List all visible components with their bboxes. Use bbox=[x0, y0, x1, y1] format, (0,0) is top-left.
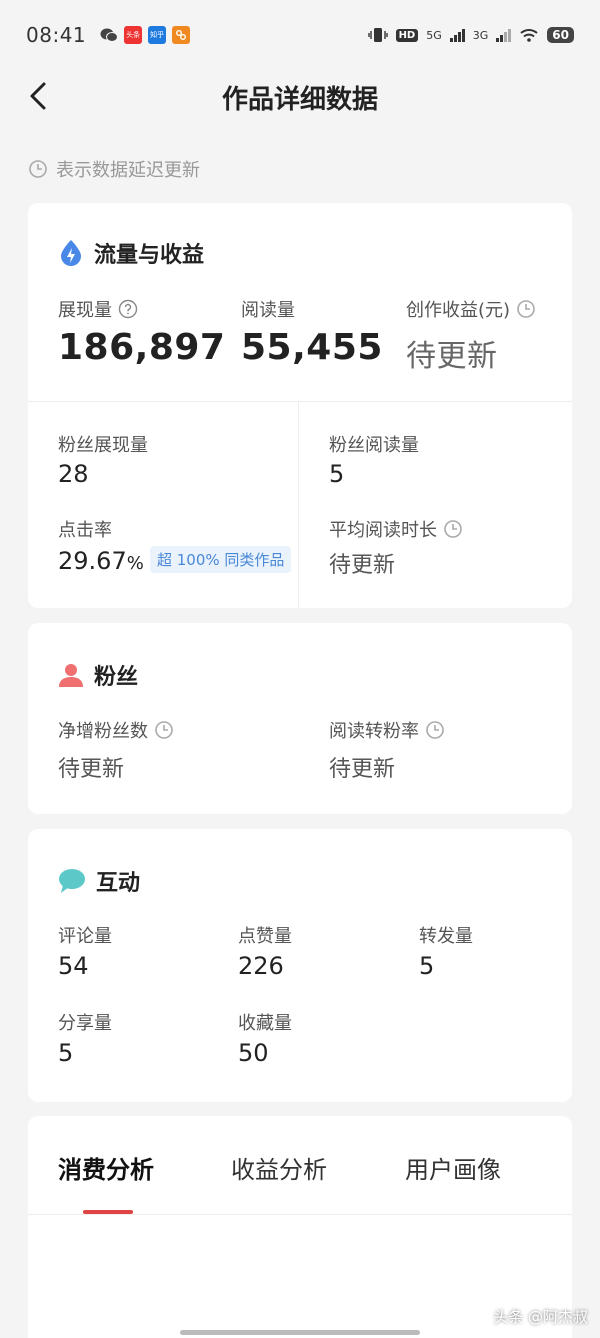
reads-label: 阅读量 bbox=[241, 300, 295, 321]
clock-icon bbox=[29, 160, 47, 178]
reads-value: 55,455 bbox=[241, 327, 383, 368]
tab-earnings-analysis[interactable]: 收益分析 bbox=[231, 1150, 327, 1185]
tab-user-profile[interactable]: 用户画像 bbox=[405, 1150, 501, 1185]
hd-badge: HD bbox=[395, 28, 419, 42]
impressions-value: 186,897 bbox=[58, 327, 226, 368]
status-time: 08:41 bbox=[26, 23, 87, 47]
vibrate-icon bbox=[367, 28, 388, 42]
traffic-divider-vertical bbox=[298, 401, 299, 608]
conversion-label: 阅读转粉率 bbox=[329, 717, 445, 743]
signal-3g-icon bbox=[496, 28, 512, 42]
conversion-label-text: 阅读转粉率 bbox=[329, 721, 419, 742]
likes-label: 点赞量 bbox=[238, 926, 292, 947]
net-fans-label-text: 净增粉丝数 bbox=[58, 721, 148, 742]
fan-impressions-value: 28 bbox=[58, 460, 89, 488]
fan-impressions-label: 粉丝展现量 bbox=[58, 435, 148, 456]
earnings-label-text: 创作收益(元) bbox=[406, 300, 511, 321]
tab-consumption-analysis[interactable]: 消费分析 bbox=[58, 1150, 154, 1185]
wifi-icon bbox=[520, 29, 538, 42]
ctr-unit: % bbox=[126, 553, 144, 574]
net-3g-label: 3G bbox=[472, 28, 489, 42]
clock-icon bbox=[517, 300, 535, 318]
favorites-label: 收藏量 bbox=[238, 1013, 292, 1034]
avg-read-time-label-text: 平均阅读时长 bbox=[329, 520, 437, 541]
help-icon[interactable] bbox=[118, 299, 138, 319]
fan-reads-label: 粉丝阅读量 bbox=[329, 435, 419, 456]
avg-read-time-value: 待更新 bbox=[329, 553, 396, 578]
favorites-value: 50 bbox=[238, 1039, 269, 1067]
interaction-card-title: 互动 bbox=[58, 865, 140, 897]
reposts-value: 5 bbox=[419, 952, 435, 980]
ctr-number: 29.67 bbox=[58, 547, 127, 575]
likes-value: 226 bbox=[238, 952, 284, 980]
clock-icon bbox=[444, 520, 462, 538]
watermark: 头条 @阿杰叔 bbox=[493, 1308, 588, 1326]
status-bar: 08:41 头条 知乎 HD 5G 3G 60 bbox=[0, 0, 600, 70]
comments-label: 评论量 bbox=[58, 926, 112, 947]
clock-icon bbox=[155, 721, 173, 739]
status-app-icons: 头条 知乎 bbox=[100, 26, 191, 44]
interaction-card: 互动 评论量 54 点赞量 226 转发量 5 分享量 5 收藏量 50 bbox=[28, 829, 572, 1102]
signal-5g-icon bbox=[449, 28, 465, 42]
status-right: HD 5G 3G 60 bbox=[367, 27, 574, 43]
app-icon bbox=[172, 26, 191, 44]
earnings-label: 创作收益(元) bbox=[406, 296, 536, 322]
ctr-label: 点击率 bbox=[58, 520, 112, 541]
home-indicator[interactable] bbox=[180, 1330, 420, 1335]
toutiao-icon: 头条 bbox=[124, 26, 143, 44]
interaction-title-text: 互动 bbox=[96, 871, 141, 896]
analysis-tabs-card: 消费分析 收益分析 用户画像 bbox=[28, 1116, 572, 1338]
fans-card: 粉丝 净增粉丝数 待更新 阅读转粉率 待更新 bbox=[28, 623, 572, 814]
conversion-value: 待更新 bbox=[329, 757, 396, 782]
impressions-label-text: 展现量 bbox=[58, 300, 112, 321]
traffic-title-text: 流量与收益 bbox=[94, 243, 205, 268]
delay-note: 表示数据延迟更新 bbox=[28, 156, 200, 182]
page-title: 作品详细数据 bbox=[221, 85, 378, 115]
earnings-value: 待更新 bbox=[406, 339, 498, 374]
zhihu-icon: 知乎 bbox=[148, 26, 167, 44]
chat-bubble-icon bbox=[59, 869, 85, 893]
ctr-comparison-tag: 超 100% 同类作品 bbox=[150, 546, 292, 573]
avg-read-time-label: 平均阅读时长 bbox=[329, 516, 463, 542]
ctr-value: 29.67% bbox=[58, 547, 144, 575]
clock-icon bbox=[426, 721, 444, 739]
impressions-label: 展现量 bbox=[58, 296, 138, 322]
battery-icon: 60 bbox=[547, 27, 574, 43]
wechat-icon bbox=[100, 26, 119, 44]
net-fans-value: 待更新 bbox=[58, 757, 125, 782]
shares-value: 5 bbox=[58, 1039, 74, 1067]
fans-card-title: 粉丝 bbox=[58, 659, 138, 691]
fans-title-text: 粉丝 bbox=[94, 665, 139, 690]
reposts-label: 转发量 bbox=[419, 926, 473, 947]
shares-label: 分享量 bbox=[58, 1013, 112, 1034]
fan-reads-value: 5 bbox=[329, 460, 345, 488]
net-fans-label: 净增粉丝数 bbox=[58, 717, 174, 743]
delay-note-text: 表示数据延迟更新 bbox=[56, 160, 200, 181]
net-5g-label: 5G bbox=[426, 28, 442, 42]
tabs-divider bbox=[28, 1214, 572, 1215]
comments-value: 54 bbox=[58, 952, 89, 980]
person-icon bbox=[59, 664, 83, 687]
traffic-card: 流量与收益 展现量 186,897 阅读量 55,455 创作收益(元) 待更新… bbox=[28, 203, 572, 608]
traffic-card-title: 流量与收益 bbox=[58, 237, 204, 269]
lightning-drop-icon bbox=[61, 240, 81, 266]
nav-bar: 作品详细数据 bbox=[0, 70, 600, 122]
traffic-divider bbox=[28, 401, 572, 402]
